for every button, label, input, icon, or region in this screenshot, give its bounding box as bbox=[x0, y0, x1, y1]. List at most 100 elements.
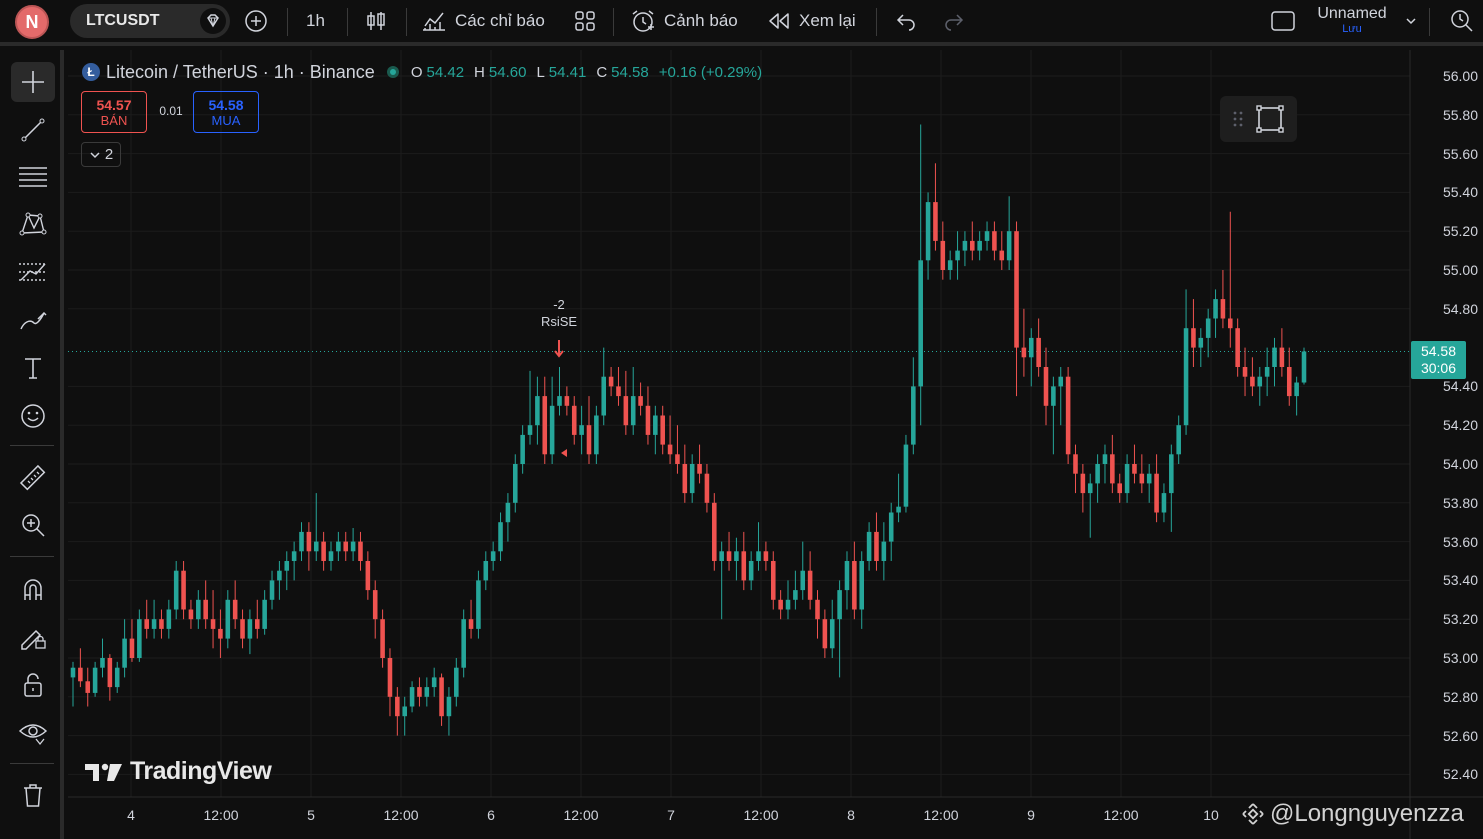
undo-button[interactable] bbox=[894, 0, 918, 42]
zoom-in-tool[interactable] bbox=[11, 505, 55, 545]
candle-body bbox=[653, 415, 658, 435]
sell-signal-arrow bbox=[554, 340, 564, 358]
lock-drawing-tool[interactable] bbox=[11, 617, 55, 657]
tradingview-logo[interactable]: TradingView bbox=[84, 757, 272, 786]
candle bbox=[778, 590, 783, 620]
buy-button[interactable]: 54.58 MUA bbox=[193, 91, 259, 133]
candle-body bbox=[1080, 473, 1086, 494]
trendline-tool[interactable] bbox=[11, 110, 55, 150]
candle-body bbox=[306, 531, 312, 552]
compare-symbol-button[interactable] bbox=[243, 0, 269, 42]
symbol-title[interactable]: Litecoin / TetherUS · 1h · Binance bbox=[106, 62, 375, 83]
candle-body bbox=[712, 502, 717, 561]
replay-button[interactable]: Xem lại bbox=[767, 0, 856, 42]
candle-body bbox=[970, 240, 975, 251]
candle bbox=[1014, 221, 1019, 397]
save-layout-button[interactable]: Unnamed Lưu bbox=[1312, 5, 1392, 35]
symbol-legend[interactable]: Ł Litecoin / TetherUS · 1h · Binance O 54… bbox=[82, 60, 768, 84]
emoji-tool[interactable] bbox=[11, 396, 55, 436]
layout-menu-button[interactable] bbox=[1404, 0, 1418, 42]
binance-icon bbox=[1242, 803, 1264, 825]
fullscreen-icon[interactable] bbox=[1255, 104, 1285, 134]
crosshair-icon bbox=[22, 71, 44, 93]
candle-body bbox=[992, 231, 997, 251]
candle bbox=[402, 696, 407, 736]
price-axis-label: 55.80 bbox=[1442, 106, 1478, 123]
candle bbox=[409, 681, 415, 713]
candle-body bbox=[557, 396, 562, 406]
candle-body bbox=[955, 250, 960, 261]
lock-all-tool[interactable] bbox=[11, 665, 55, 705]
candle bbox=[505, 493, 511, 542]
sell-button[interactable]: 54.57 BÁN bbox=[81, 91, 147, 133]
candle bbox=[1132, 444, 1137, 484]
collapse-count: 2 bbox=[104, 146, 114, 163]
candle bbox=[947, 250, 953, 280]
candle bbox=[107, 654, 113, 701]
candle-body bbox=[1169, 454, 1174, 494]
ruler-icon bbox=[19, 464, 46, 491]
layout-toggle-button[interactable] bbox=[1270, 0, 1296, 42]
time-axis-label: 12:00 bbox=[563, 807, 599, 823]
fullscreen-widget[interactable] bbox=[1220, 96, 1297, 142]
alerts-button[interactable]: Cảnh báo bbox=[630, 0, 738, 42]
zoom-in-icon bbox=[22, 514, 45, 537]
magnet-tool[interactable] bbox=[11, 570, 55, 610]
candle-body bbox=[1058, 376, 1064, 387]
signal-value: -2 bbox=[553, 297, 565, 312]
remove-drawings-tool[interactable] bbox=[11, 775, 55, 815]
candle bbox=[630, 367, 636, 435]
layout-templates-button[interactable] bbox=[573, 0, 597, 42]
fib-tool[interactable] bbox=[11, 156, 55, 196]
trendline-icon bbox=[21, 118, 45, 142]
candle-body bbox=[454, 667, 459, 697]
candle bbox=[549, 376, 555, 464]
forecast-tool[interactable] bbox=[11, 252, 55, 292]
measure-tool[interactable] bbox=[11, 458, 55, 498]
candle bbox=[1161, 483, 1167, 523]
replay-label: Xem lại bbox=[799, 11, 856, 30]
spread-value: 0.01 bbox=[159, 104, 183, 118]
symbol-search-button[interactable]: LTCUSDT bbox=[70, 4, 230, 38]
candlestick-chart[interactable] bbox=[68, 50, 1483, 839]
crosshair-tool[interactable] bbox=[11, 62, 55, 102]
chart-type-button[interactable] bbox=[364, 0, 388, 42]
chart-pane[interactable] bbox=[68, 50, 1483, 839]
candle bbox=[1228, 211, 1233, 348]
candle bbox=[564, 386, 570, 416]
eye-icon bbox=[18, 724, 48, 746]
text-tool[interactable] bbox=[11, 348, 55, 388]
candle-body bbox=[1272, 347, 1277, 367]
candle bbox=[571, 396, 577, 445]
quick-search-button[interactable] bbox=[1448, 0, 1478, 42]
user-avatar[interactable]: N bbox=[15, 5, 49, 39]
last-price-value: 54.58 bbox=[1420, 343, 1457, 359]
interval-button[interactable]: 1h bbox=[306, 0, 325, 42]
pattern-tool[interactable] bbox=[11, 204, 55, 244]
diamond-icon[interactable] bbox=[200, 8, 226, 34]
candle bbox=[1006, 196, 1012, 270]
candle bbox=[439, 673, 444, 726]
litecoin-icon: Ł bbox=[82, 63, 100, 81]
hide-drawings-tool[interactable] bbox=[11, 712, 55, 752]
candle bbox=[1279, 328, 1285, 377]
candle-body bbox=[734, 551, 739, 561]
candle-body bbox=[704, 473, 710, 503]
candle bbox=[881, 522, 887, 581]
candle-body bbox=[1286, 367, 1292, 397]
high-key: H bbox=[474, 63, 485, 81]
candle bbox=[446, 687, 452, 736]
candle-body bbox=[1183, 328, 1189, 426]
market-status-icon[interactable] bbox=[386, 66, 399, 78]
time-axis-label: 6 bbox=[487, 807, 495, 823]
price-axis-label: 55.40 bbox=[1442, 184, 1478, 201]
indicators-button[interactable]: Các chỉ báo bbox=[421, 0, 545, 42]
indicators-collapse-button[interactable]: 2 bbox=[81, 142, 121, 167]
brush-tool[interactable] bbox=[11, 300, 55, 340]
sell-label: BÁN bbox=[100, 112, 128, 128]
redo-button[interactable] bbox=[942, 0, 966, 42]
signal-marker bbox=[561, 449, 567, 457]
buy-label: MUA bbox=[211, 112, 241, 128]
drag-handle-icon[interactable] bbox=[1232, 109, 1244, 129]
fib-icon bbox=[19, 167, 47, 187]
